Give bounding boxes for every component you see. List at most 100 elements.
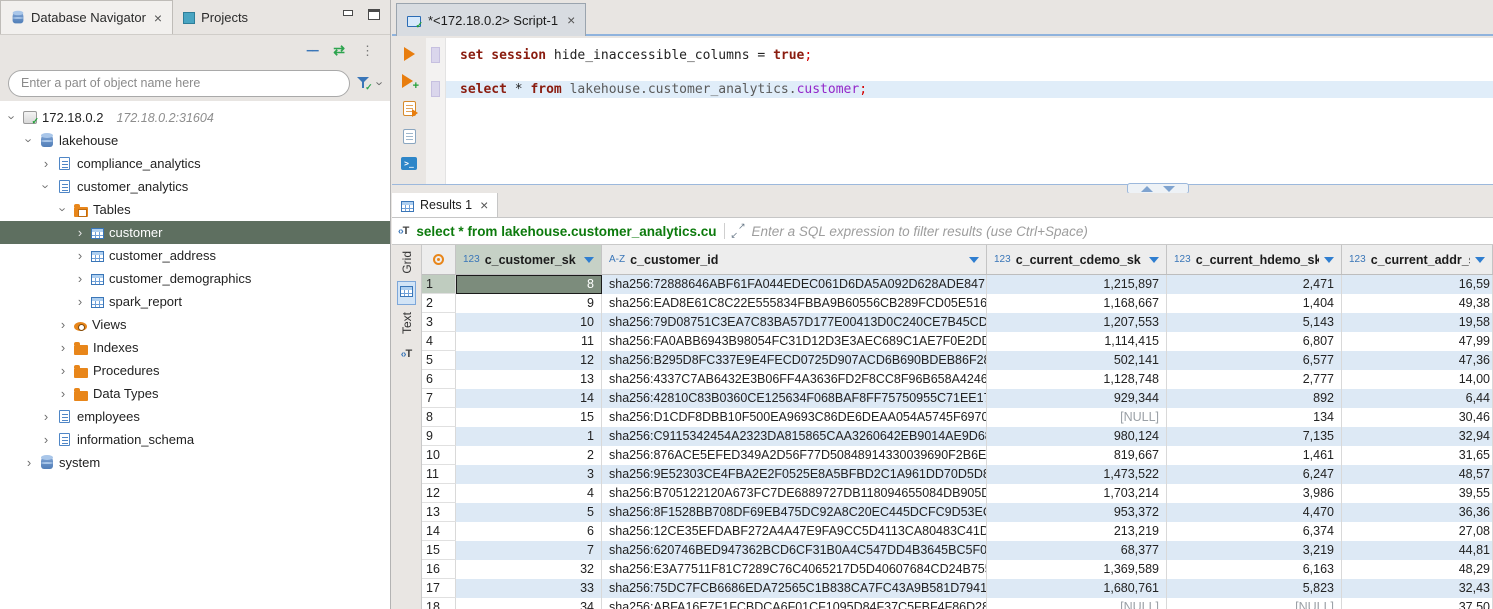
tree-item[interactable]: spark_report — [0, 290, 390, 313]
cell-c-current-hdemo-sk[interactable]: 2,471 — [1167, 275, 1342, 294]
sql-editor[interactable]: + set session hide_inaccessible_columns … — [392, 38, 1493, 184]
chevron-down-icon[interactable] — [378, 76, 382, 91]
text-presentation-button[interactable] — [398, 341, 415, 365]
maximize-icon[interactable] — [368, 9, 380, 20]
chevron-icon[interactable] — [74, 226, 86, 239]
expand-panel-icon[interactable] — [732, 225, 745, 238]
select-all-corner[interactable] — [422, 245, 456, 274]
row-number[interactable]: 7 — [422, 389, 456, 408]
tree-item[interactable]: system — [0, 451, 390, 474]
editor-results-splitter[interactable] — [392, 184, 1493, 193]
cell-c-customer-id[interactable]: sha256:9E52303CE4FBA2E2F0525E8A5BFBD2C1A… — [602, 465, 987, 484]
row-number[interactable]: 5 — [422, 351, 456, 370]
cell-c-customer-sk[interactable]: 12 — [456, 351, 602, 370]
cell-c-customer-id[interactable]: sha256:42810C83B0360CE125634F068BAF8FF75… — [602, 389, 987, 408]
tree-item[interactable]: Data Types — [0, 382, 390, 405]
cell-c-current-cdemo-sk[interactable]: 1,207,553 — [987, 313, 1167, 332]
chevron-icon[interactable] — [74, 295, 86, 308]
cell-c-current-hdemo-sk[interactable]: 5,143 — [1167, 313, 1342, 332]
filter-icon[interactable] — [357, 76, 371, 90]
cell-c-customer-id[interactable]: sha256:75DC7FCB6686EDA72565C1B838CA7FC43… — [602, 579, 987, 598]
cell-c-current-hdemo-sk[interactable]: 6,374 — [1167, 522, 1342, 541]
table-row[interactable]: 6 13 sha256:4337C7AB6432E3B06FF4A3636FD2… — [422, 370, 1493, 389]
cell-c-customer-id[interactable]: sha256:B705122120A673FC7DE6889727DB11809… — [602, 484, 987, 503]
cell-c-current-addr-sk[interactable]: 49,38 — [1342, 294, 1493, 313]
cell-c-current-hdemo-sk[interactable]: 6,577 — [1167, 351, 1342, 370]
tree-item[interactable]: employees — [0, 405, 390, 428]
row-number[interactable]: 1 — [422, 275, 456, 294]
row-number[interactable]: 10 — [422, 446, 456, 465]
row-number[interactable]: 18 — [422, 598, 456, 609]
cell-c-current-addr-sk[interactable]: 36,36 — [1342, 503, 1493, 522]
table-row[interactable]: 11 3 sha256:9E52303CE4FBA2E2F0525E8A5BFB… — [422, 465, 1493, 484]
cell-c-current-addr-sk[interactable]: 47,99 — [1342, 332, 1493, 351]
cell-c-customer-id[interactable]: sha256:C9115342454A2323DA815865CAA326064… — [602, 427, 987, 446]
close-icon[interactable] — [154, 10, 162, 26]
code-line-2[interactable] — [446, 64, 1493, 81]
tree-item[interactable]: Tables — [0, 198, 390, 221]
column-menu-icon[interactable] — [969, 257, 979, 263]
row-number[interactable]: 16 — [422, 560, 456, 579]
cell-c-current-cdemo-sk[interactable]: 1,114,415 — [987, 332, 1167, 351]
filter-query-text[interactable]: select * from lakehouse.customer_analyti… — [416, 224, 716, 239]
cell-c-customer-sk[interactable]: 5 — [456, 503, 602, 522]
code-line-3[interactable]: select * from lakehouse.customer_analyti… — [446, 81, 1493, 98]
cell-c-current-hdemo-sk[interactable]: 4,470 — [1167, 503, 1342, 522]
column-header-c-customer-sk[interactable]: 123 c_customer_sk — [456, 245, 602, 274]
tab-sql-script[interactable]: *<172.18.0.2> Script-1 — [396, 3, 586, 36]
table-row[interactable]: 8 15 sha256:D1CDF8DBB10F500EA9693C86DE6D… — [422, 408, 1493, 427]
cell-c-current-cdemo-sk[interactable]: 1,703,214 — [987, 484, 1167, 503]
table-row[interactable]: 10 2 sha256:876ACE5EFED349A2D56F77D50848… — [422, 446, 1493, 465]
cell-c-current-cdemo-sk[interactable]: 1,369,589 — [987, 560, 1167, 579]
chevron-icon[interactable] — [40, 180, 52, 193]
chevron-icon[interactable] — [57, 203, 69, 216]
cell-c-current-addr-sk[interactable]: 27,08 — [1342, 522, 1493, 541]
table-row[interactable]: 4 11 sha256:FA0ABB6943B98054FC31D12D3E3A… — [422, 332, 1493, 351]
cell-c-customer-id[interactable]: sha256:79D08751C3EA7C83BA57D177E00413D0C… — [602, 313, 987, 332]
chevron-icon[interactable] — [74, 249, 86, 262]
table-row[interactable]: 5 12 sha256:B295D8FC337E9E4FECD0725D907A… — [422, 351, 1493, 370]
cell-c-customer-id[interactable]: sha256:620746BED947362BCD6CF31B0A4C547DD… — [602, 541, 987, 560]
row-number[interactable]: 15 — [422, 541, 456, 560]
chevron-icon[interactable] — [6, 111, 18, 124]
tree-item[interactable]: Procedures — [0, 359, 390, 382]
cell-c-current-addr-sk[interactable]: 39,55 — [1342, 484, 1493, 503]
chevron-icon[interactable] — [40, 157, 52, 170]
row-number[interactable]: 14 — [422, 522, 456, 541]
chevron-icon[interactable] — [57, 318, 69, 331]
cell-c-current-addr-sk[interactable]: 32,43 — [1342, 579, 1493, 598]
table-row[interactable]: 3 10 sha256:79D08751C3EA7C83BA57D177E004… — [422, 313, 1493, 332]
view-menu-icon[interactable] — [361, 44, 374, 57]
table-row[interactable]: 16 32 sha256:E3A77511F81C7289C76C4065217… — [422, 560, 1493, 579]
cell-c-customer-id[interactable]: sha256:FA0ABB6943B98054FC31D12D3E3AEC689… — [602, 332, 987, 351]
cell-c-customer-sk[interactable]: 11 — [456, 332, 602, 351]
cell-c-current-hdemo-sk[interactable]: [NULL] — [1167, 598, 1342, 609]
cell-c-current-addr-sk[interactable]: 14,00 — [1342, 370, 1493, 389]
cell-c-customer-sk[interactable]: 13 — [456, 370, 602, 389]
row-number[interactable]: 2 — [422, 294, 456, 313]
tree-item[interactable]: lakehouse — [0, 129, 390, 152]
code-line-1[interactable]: set session hide_inaccessible_columns = … — [446, 47, 1493, 64]
cell-c-customer-id[interactable]: sha256:EAD8E61C8C22E555834FBBA9B60556CB2… — [602, 294, 987, 313]
text-presentation-label[interactable]: Text — [400, 312, 414, 334]
column-header-c-current-addr-sk[interactable]: 123 c_current_addr_sk — [1342, 245, 1493, 274]
cell-c-customer-id[interactable]: sha256:D1CDF8DBB10F500EA9693C86DE6DEAA05… — [602, 408, 987, 427]
column-header-c-customer-id[interactable]: A-Z c_customer_id — [602, 245, 987, 274]
cell-c-current-addr-sk[interactable]: 6,44 — [1342, 389, 1493, 408]
cell-c-customer-sk[interactable]: 3 — [456, 465, 602, 484]
tree-item[interactable]: customer_demographics — [0, 267, 390, 290]
cell-c-current-hdemo-sk[interactable]: 2,777 — [1167, 370, 1342, 389]
column-menu-icon[interactable] — [584, 257, 594, 263]
table-row[interactable]: 7 14 sha256:42810C83B0360CE125634F068BAF… — [422, 389, 1493, 408]
cell-c-customer-sk[interactable]: 32 — [456, 560, 602, 579]
cell-c-current-hdemo-sk[interactable]: 6,247 — [1167, 465, 1342, 484]
cell-c-current-hdemo-sk[interactable]: 892 — [1167, 389, 1342, 408]
cell-c-current-addr-sk[interactable]: 30,46 — [1342, 408, 1493, 427]
cell-c-current-cdemo-sk[interactable]: [NULL] — [987, 598, 1167, 609]
cell-c-customer-sk[interactable]: 1 — [456, 427, 602, 446]
cell-c-customer-sk[interactable]: 2 — [456, 446, 602, 465]
table-row[interactable]: 13 5 sha256:8F1528BB708DF69EB475DC92A8C2… — [422, 503, 1493, 522]
chevron-icon[interactable] — [23, 456, 35, 469]
close-icon[interactable] — [480, 197, 488, 213]
results-filter-bar[interactable]: select * from lakehouse.customer_analyti… — [392, 218, 1493, 245]
